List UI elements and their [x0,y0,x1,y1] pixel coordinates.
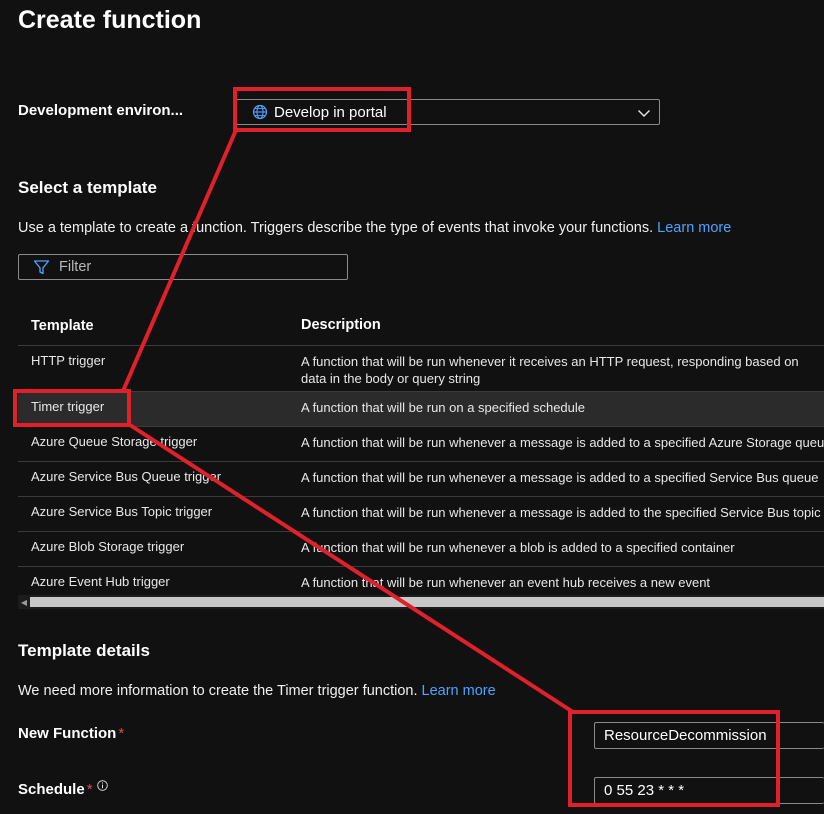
row-description: A function that will be run on a specifi… [301,400,586,415]
page-title: Create function [18,6,202,34]
row-template-name: Azure Service Bus Topic trigger [31,504,213,519]
row-description: A function that will be run whenever a m… [301,505,821,520]
table-row-service-bus-topic-trigger[interactable]: Azure Service Bus Topic trigger A functi… [18,497,824,532]
table-horizontal-scrollbar[interactable]: ◀ [18,595,824,609]
globe-icon [252,104,268,120]
template-details-heading: Template details [18,641,150,660]
row-description: A function that will be run whenever a m… [301,435,824,450]
filter-icon [33,259,50,274]
templates-table: Template Description HTTP trigger A func… [18,306,824,591]
template-description-text: Use a template to create a function. Tri… [18,220,654,236]
details-description: We need more information to create the T… [18,683,496,699]
table-row-queue-storage-trigger[interactable]: Azure Queue Storage trigger A function t… [18,427,824,462]
table-row-blob-storage-trigger[interactable]: Azure Blob Storage trigger A function th… [18,532,824,567]
chevron-down-icon [638,110,650,117]
row-template-name: Azure Blob Storage trigger [31,539,185,554]
new-function-value: ResourceDecommission [604,727,767,744]
table-row-service-bus-queue-trigger[interactable]: Azure Service Bus Queue trigger A functi… [18,462,824,497]
required-mark: * [86,781,93,798]
row-template-name: HTTP trigger [31,353,106,368]
required-mark: * [118,725,125,742]
row-description: A function that will be run whenever an … [301,575,711,590]
row-description: A function that will be run whenever a m… [301,470,819,485]
header-description: Description [301,317,381,333]
table-row-timer-trigger[interactable]: Timer trigger A function that will be ru… [18,392,824,427]
dev-env-value: Develop in portal [274,103,387,121]
template-description: Use a template to create a function. Tri… [18,220,731,236]
new-function-label-text: New Function [18,725,117,742]
row-description: A function that will be run whenever it … [301,354,799,386]
schedule-input[interactable]: 0 55 23 * * * [594,777,824,804]
dev-env-dropdown[interactable]: Develop in portal [236,99,660,125]
schedule-label-text: Schedule [18,781,85,798]
scroll-left-icon[interactable]: ◀ [18,595,30,609]
scrollbar-thumb[interactable] [30,597,824,607]
details-learn-more-link[interactable]: Learn more [422,683,496,699]
table-row-event-hub-trigger[interactable]: Azure Event Hub trigger A function that … [18,567,824,591]
info-icon[interactable] [96,780,108,791]
schedule-label: Schedule * [18,780,108,798]
row-template-name: Timer trigger [31,399,105,414]
details-description-text: We need more information to create the T… [18,683,418,699]
new-function-input[interactable]: ResourceDecommission [594,722,824,749]
template-learn-more-link[interactable]: Learn more [657,220,731,236]
filter-placeholder: Filter [59,259,92,275]
filter-input[interactable]: Filter [18,254,348,280]
schedule-value: 0 55 23 * * * [604,782,685,799]
table-row-http-trigger[interactable]: HTTP trigger A function that will be run… [18,346,824,392]
row-template-name: Azure Service Bus Queue trigger [31,469,222,484]
row-template-name: Azure Queue Storage trigger [31,434,198,449]
new-function-label: New Function * [18,725,124,742]
header-template: Template [31,317,94,334]
dev-env-label: Development environ... [18,102,184,119]
select-template-heading: Select a template [18,178,157,197]
row-description: A function that will be run whenever a b… [301,540,735,555]
row-template-name: Azure Event Hub trigger [31,574,170,589]
table-header: Template Description [18,306,824,346]
